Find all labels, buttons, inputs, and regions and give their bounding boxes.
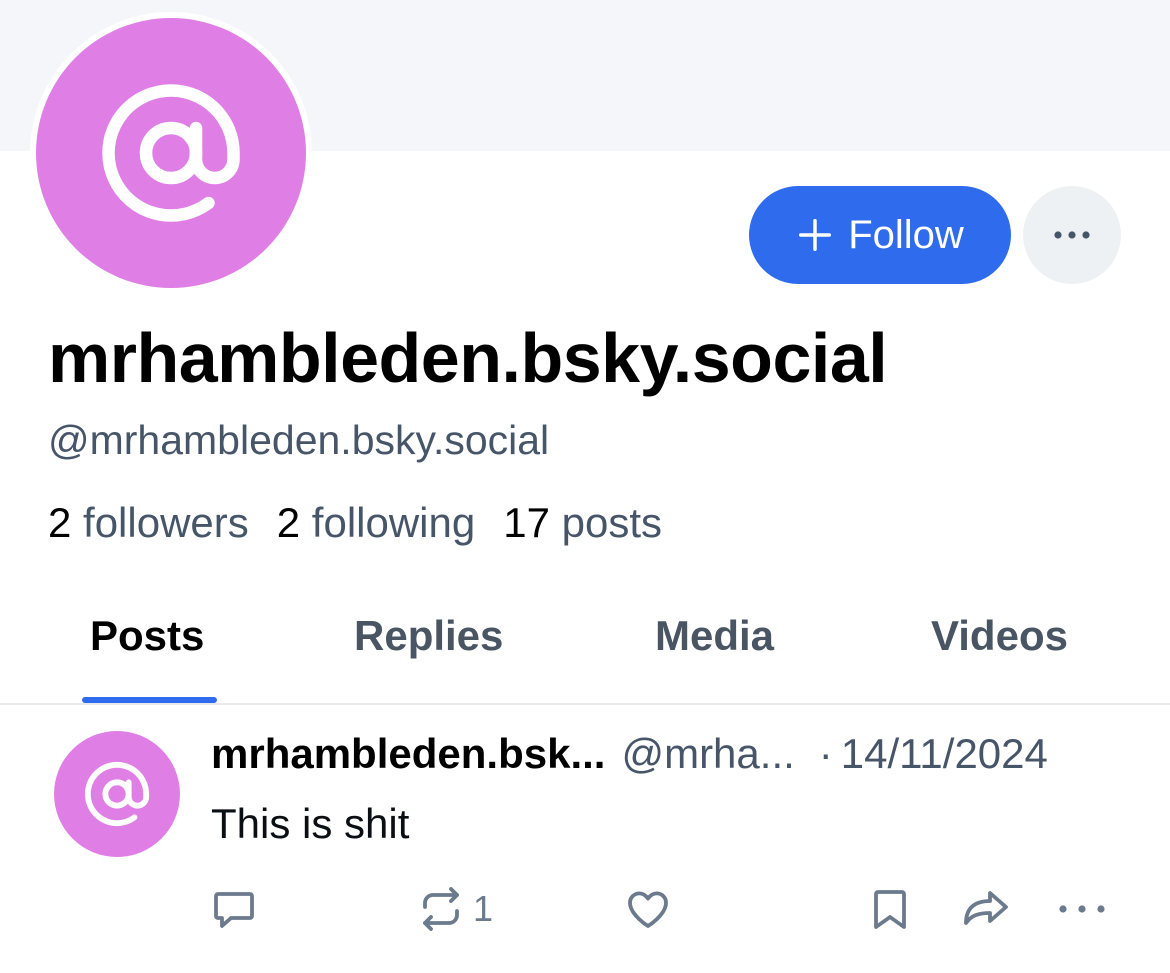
profile-stats: 2 followers 2 following 17 posts xyxy=(48,499,662,547)
at-sign-icon xyxy=(102,84,240,222)
tab-videos[interactable]: Videos xyxy=(931,612,1068,660)
follow-button[interactable]: Follow xyxy=(749,186,1011,284)
post-date[interactable]: 14/11/2024 xyxy=(841,730,1048,778)
share-icon xyxy=(964,891,1008,925)
post-author-name[interactable]: mrhambleden.bsk... xyxy=(211,730,605,778)
like-icon xyxy=(628,891,668,928)
post-text: This is shit xyxy=(211,800,410,847)
reply-button[interactable] xyxy=(210,883,258,935)
tab-media[interactable]: Media xyxy=(655,612,774,660)
post-author-handle[interactable]: @mrha... xyxy=(621,730,794,778)
reply-icon xyxy=(214,892,254,928)
tabs-divider xyxy=(0,703,1170,705)
profile-handle: @mrhambleden.bsky.social xyxy=(48,417,550,463)
followers-count: 2 xyxy=(48,499,72,546)
profile-avatar[interactable] xyxy=(30,12,312,294)
bookmark-icon xyxy=(874,890,906,929)
post-separator: · xyxy=(818,730,833,777)
followers-stat[interactable]: 2 followers xyxy=(48,499,249,547)
posts-stat: 17 posts xyxy=(503,499,662,547)
profile-avatar-image xyxy=(36,18,306,288)
tab-replies[interactable]: Replies xyxy=(354,612,503,660)
post-more-button[interactable] xyxy=(1057,883,1107,935)
repost-button[interactable]: 1 xyxy=(417,883,493,935)
profile-display-name: mrhambleden.bsky.social xyxy=(48,319,888,397)
following-count: 2 xyxy=(276,499,301,546)
following-label: following xyxy=(311,499,476,546)
posts-count: 17 xyxy=(503,499,550,546)
bookmark-button[interactable] xyxy=(866,883,914,935)
post-header: mrhambleden.bsk... @mrha... · 14/11/2024 xyxy=(211,730,1141,778)
at-sign-icon xyxy=(84,761,150,827)
posts-label: posts xyxy=(561,499,663,546)
tab-posts[interactable]: Posts xyxy=(90,612,204,660)
plus-icon xyxy=(799,219,832,251)
more-icon xyxy=(1059,905,1105,913)
following-stat[interactable]: 2 following xyxy=(277,499,475,547)
like-button[interactable] xyxy=(624,883,672,935)
profile-tabs: Posts Replies Media Videos xyxy=(0,590,1170,704)
more-options-button[interactable] xyxy=(1023,186,1121,284)
follow-button-label: Follow xyxy=(848,212,964,257)
repost-icon xyxy=(423,887,459,931)
repost-count: 1 xyxy=(473,888,494,929)
share-button[interactable] xyxy=(960,883,1012,935)
ellipsis-icon xyxy=(1054,231,1090,239)
post-author-avatar[interactable] xyxy=(54,731,180,857)
followers-label: followers xyxy=(83,499,249,546)
